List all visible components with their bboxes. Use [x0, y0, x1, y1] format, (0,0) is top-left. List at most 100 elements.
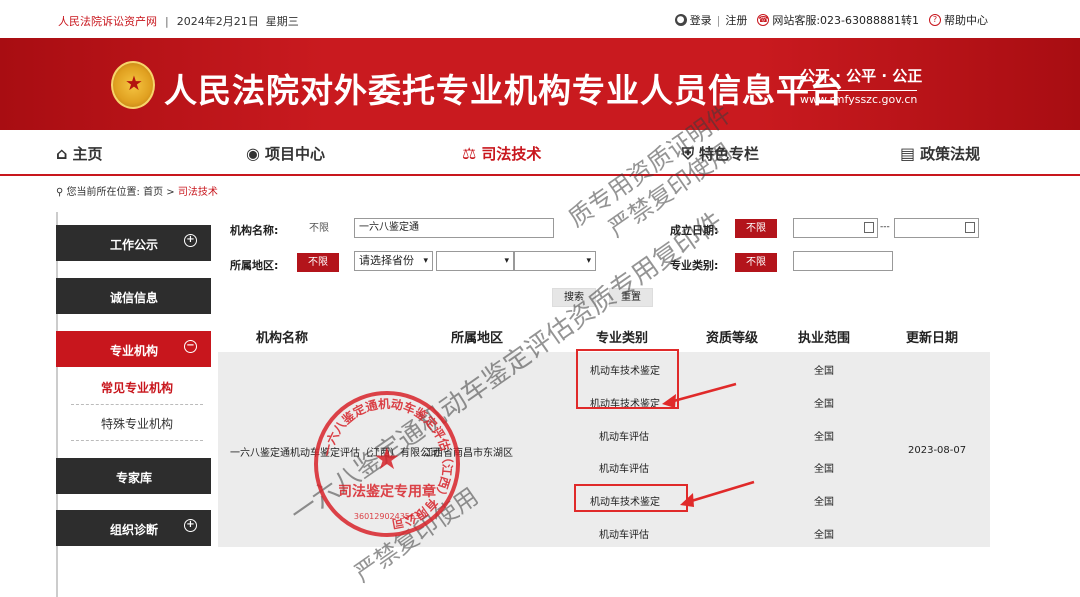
nav-item-home[interactable]: ⌂ 主页: [56, 143, 102, 164]
district-select[interactable]: ▾: [514, 251, 596, 271]
cell-scope: 全国: [814, 432, 834, 443]
chevron-down-icon: ▾: [586, 256, 591, 266]
scale-icon: ⚖: [462, 144, 477, 163]
nav-label: 特色专栏: [699, 145, 760, 163]
expand-icon[interactable]: +: [184, 234, 197, 247]
cell-update-date: 2023-08-07: [908, 445, 967, 456]
sidebar-sub-common[interactable]: 常见专业机构: [71, 379, 203, 405]
search-button[interactable]: 搜索: [552, 288, 596, 307]
current-date: 2024年2月21日: [176, 15, 259, 28]
breadcrumb-current: 司法技术: [177, 187, 218, 198]
region-unlimited[interactable]: 不限: [297, 253, 339, 272]
calendar-icon[interactable]: [864, 222, 874, 233]
nav-label: 司法技术: [481, 145, 542, 163]
site-name-link[interactable]: 人民法院诉讼资产网: [58, 15, 157, 28]
cell-category: 机动车评估: [599, 432, 649, 443]
col-header-region: 所属地区: [451, 331, 504, 346]
org-name-input[interactable]: 一六八鉴定通: [354, 218, 554, 238]
city-select[interactable]: ▾: [436, 251, 514, 271]
project-icon: ◉: [246, 144, 260, 163]
cell-category: 机动车评估: [599, 464, 649, 475]
nav-label: 项目中心: [264, 145, 325, 163]
content-panel: 机构名称: 不限 一六八鉴定通 成立日期: 不限 --- 所属地区: 不限 请选…: [218, 212, 990, 597]
help-center-link[interactable]: 帮助中心: [944, 14, 988, 27]
top-bar-right: ● 登录 | 注册 ☎ 网站客服:023-63088881转1? 帮助中心: [674, 12, 988, 28]
top-separator: |: [165, 15, 169, 28]
sidebar-item-credit[interactable]: 诚信信息: [56, 278, 211, 314]
expand-icon[interactable]: +: [184, 519, 197, 532]
sidebar-sub-special[interactable]: 特殊专业机构: [71, 415, 203, 441]
breadcrumb: ⚲ 您当前所在位置: 首页 > 司法技术: [56, 183, 218, 198]
sidebar-item-label: 专家库: [116, 471, 153, 485]
nav-item-policy[interactable]: ▤ 政策法规: [900, 143, 980, 164]
main-nav: ⌂ 主页 ◉ 项目中心 ⚖ 司法技术 ⛨ 特色专栏 ▤ 政策法规: [0, 130, 1080, 176]
platform-url: www.rmfysszc.gov.cn: [800, 90, 918, 106]
reset-button[interactable]: 重置: [609, 288, 653, 307]
sidebar-item-experts[interactable]: 专家库: [56, 458, 211, 494]
phone-icon: ☎: [757, 14, 770, 26]
found-date-start[interactable]: [793, 218, 878, 238]
col-header-scope: 执业范围: [798, 331, 851, 346]
cell-scope: 全国: [814, 497, 834, 508]
region-label: 所属地区:: [230, 259, 279, 272]
result-table-body: 一六八鉴定通机动车鉴定评估（江西）有限公司 江西省南昌市东湖区 2023-08-…: [218, 349, 990, 547]
service-hotline: 网站客服:023-63088881转1: [772, 14, 919, 27]
annotation-arrow: [662, 382, 737, 408]
found-date-unlimited[interactable]: 不限: [735, 219, 777, 238]
category-unlimited[interactable]: 不限: [735, 253, 777, 272]
nav-item-judicial-tech[interactable]: ⚖ 司法技术: [462, 143, 541, 164]
org-name-label: 机构名称:: [230, 224, 279, 237]
col-header-grade: 资质等级: [706, 331, 759, 346]
chevron-down-icon: ▾: [504, 256, 509, 266]
category-label: 专业类别:: [670, 259, 719, 272]
home-icon: ⌂: [56, 144, 68, 163]
top-bar: 人民法院诉讼资产网 | 2024年2月21日 星期三 ● 登录 | 注册 ☎ 网站客服:023…: [0, 0, 1080, 38]
user-icon: ●: [674, 14, 687, 26]
sidebar-item-label: 专业机构: [110, 344, 159, 358]
top-bar-left: 人民法院诉讼资产网 | 2024年2月21日 星期三: [58, 13, 299, 29]
cell-scope: 全国: [814, 366, 834, 377]
court-emblem-icon: ★: [111, 61, 155, 109]
cell-org-name[interactable]: 一六八鉴定通机动车鉴定评估（江西）有限公司: [230, 444, 440, 459]
nav-item-features[interactable]: ⛨ 特色专栏: [682, 143, 759, 164]
nav-label: 政策法规: [920, 145, 981, 163]
cell-scope: 全国: [814, 530, 834, 541]
highlight-box: [574, 484, 688, 512]
page: 人民法院诉讼资产网 | 2024年2月21日 星期三 ● 登录 | 注册 ☎ 网站客服:023…: [0, 0, 1080, 597]
category-input[interactable]: [793, 251, 893, 271]
org-name-unlimited[interactable]: 不限: [298, 219, 340, 238]
province-placeholder: 请选择省份: [359, 254, 414, 267]
sidebar-item-diagnosis[interactable]: 组织诊断 +: [56, 510, 211, 546]
register-link[interactable]: 注册: [725, 14, 747, 27]
found-date-end[interactable]: [894, 218, 979, 238]
shield-icon: ⛨: [682, 144, 695, 163]
collapse-icon[interactable]: −: [184, 340, 197, 353]
sidebar-item-label: 诚信信息: [110, 291, 159, 305]
breadcrumb-prefix: 您当前所在位置:: [66, 187, 140, 198]
chevron-down-icon: ▾: [423, 256, 428, 266]
sidebar-item-label: 组织诊断: [110, 523, 159, 537]
calendar-icon[interactable]: [965, 222, 975, 233]
col-header-updated: 更新日期: [906, 331, 959, 346]
cell-category: 机动车评估: [599, 530, 649, 541]
col-header-name: 机构名称: [256, 331, 309, 346]
platform-title: 人民法院对外委托专业机构专业人员信息平台: [164, 71, 844, 110]
login-divider: |: [716, 13, 721, 27]
sidebar-item-work[interactable]: 工作公示 +: [56, 225, 211, 261]
cell-region: 江西省南昌市东湖区: [423, 448, 513, 459]
location-pin-icon: ⚲: [56, 187, 64, 198]
found-date-label: 成立日期:: [670, 224, 719, 237]
header-banner: ★ 人民法院对外委托专业机构专业人员信息平台 公开 · 公平 · 公正 www.…: [0, 38, 1080, 130]
breadcrumb-home[interactable]: 首页: [143, 187, 163, 198]
cell-scope: 全国: [814, 399, 834, 410]
book-icon: ▤: [900, 144, 916, 163]
breadcrumb-sep: >: [166, 187, 175, 198]
platform-slogan: 公开 · 公平 · 公正: [800, 67, 923, 85]
nav-item-projects[interactable]: ◉ 项目中心: [246, 143, 325, 164]
province-select[interactable]: 请选择省份 ▾: [354, 251, 433, 271]
annotation-arrow: [680, 480, 755, 507]
sidebar-item-org[interactable]: 专业机构 −: [56, 331, 211, 367]
login-link[interactable]: 登录: [690, 14, 712, 27]
nav-label: 主页: [72, 145, 103, 163]
cell-scope: 全国: [814, 464, 834, 475]
